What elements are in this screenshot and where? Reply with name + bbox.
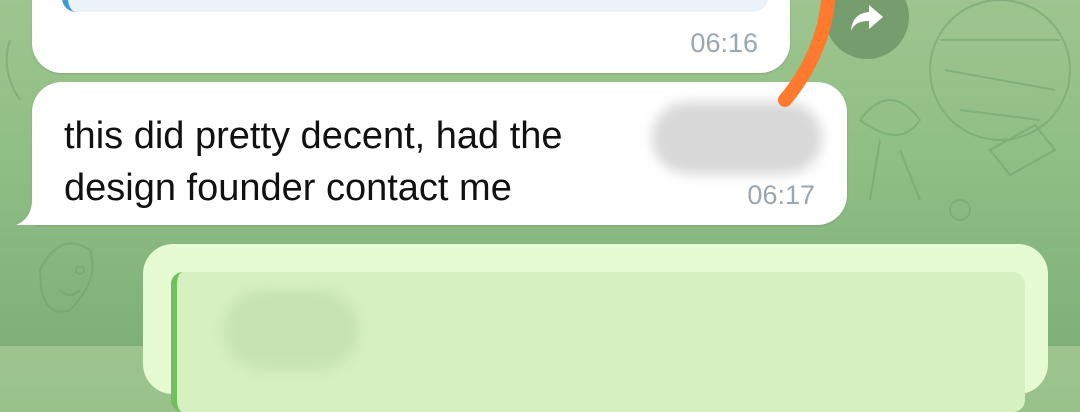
message-time: 06:16 bbox=[690, 28, 758, 58]
reply-quote-preview[interactable] bbox=[171, 272, 1025, 412]
message-text: this did pretty decent, had the design f… bbox=[64, 115, 563, 209]
message-bubble-incoming-1[interactable]: 06:16 bbox=[32, 0, 790, 73]
quoted-message-preview[interactable] bbox=[62, 0, 768, 12]
bubble-tail bbox=[16, 199, 46, 225]
redacted-blur bbox=[652, 102, 822, 174]
message-bubble-incoming-2[interactable]: this did pretty decent, had the design f… bbox=[32, 82, 847, 225]
message-time: 06:17 bbox=[747, 180, 815, 210]
message-bubble-outgoing[interactable] bbox=[143, 244, 1048, 412]
redacted-blur bbox=[223, 290, 359, 370]
share-button[interactable] bbox=[825, 0, 909, 59]
share-arrow-icon bbox=[851, 5, 883, 31]
